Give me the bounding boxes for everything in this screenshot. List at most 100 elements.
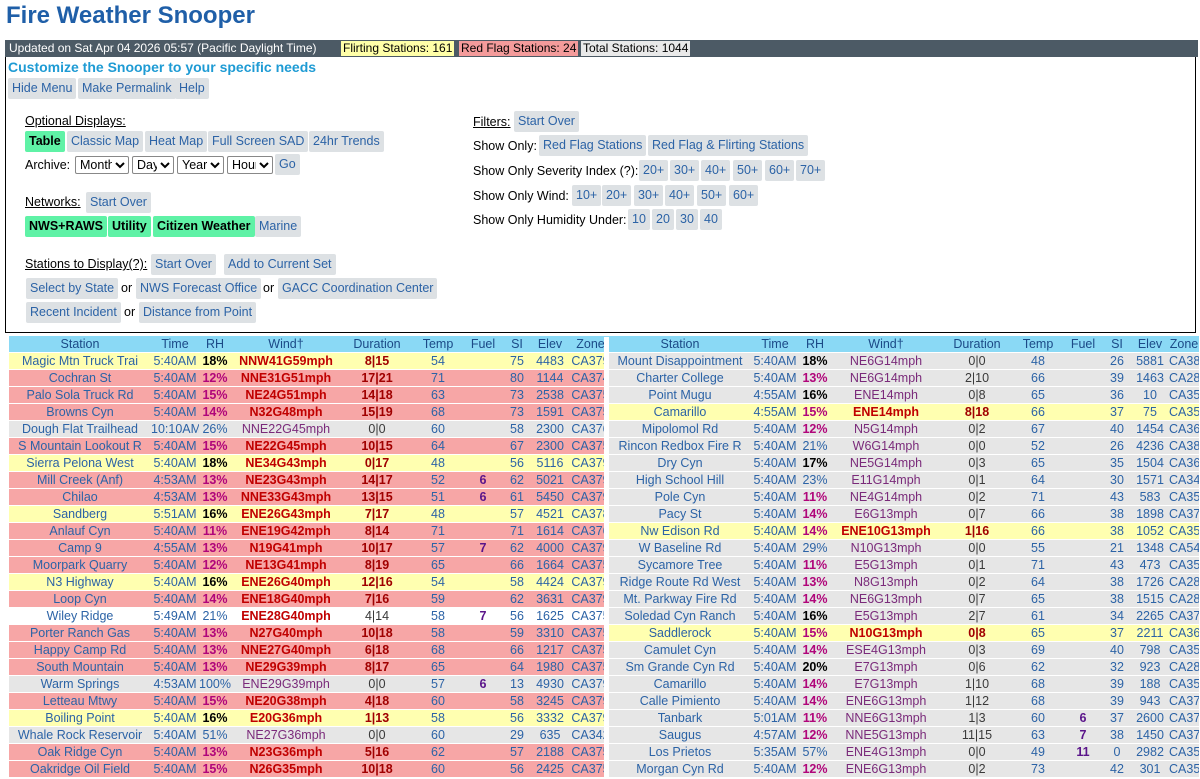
column-header[interactable]: Station xyxy=(9,336,151,353)
column-header[interactable]: RH xyxy=(799,336,831,353)
zone-cell[interactable]: CA355 xyxy=(1169,403,1199,421)
zone-cell[interactable]: CA369 xyxy=(1169,454,1199,472)
filters-start-over-button[interactable]: Start Over xyxy=(514,111,579,132)
display-full-screen-sad-button[interactable]: Full Screen SAD xyxy=(208,131,309,152)
display-table-button[interactable]: Table xyxy=(25,131,65,152)
help-button[interactable]: Help xyxy=(175,78,209,99)
station-name[interactable]: High School Hill xyxy=(609,471,751,489)
zone-cell[interactable]: CA358 xyxy=(1169,641,1199,659)
wind-50-button[interactable]: 50+ xyxy=(697,185,727,206)
station-name[interactable]: Los Prietos xyxy=(609,743,751,761)
station-name[interactable]: Happy Camp Rd xyxy=(9,641,151,659)
station-name[interactable]: Sycamore Tree xyxy=(609,556,751,574)
severity-70-button[interactable]: 70+ xyxy=(796,160,826,181)
humidity-20-button[interactable]: 20 xyxy=(652,209,674,230)
station-name[interactable]: Boiling Point xyxy=(9,709,151,727)
station-name[interactable]: S Mountain Lookout R xyxy=(9,437,151,455)
severity-60-button[interactable]: 60+ xyxy=(765,160,795,181)
network-citizen-weather-button[interactable]: Citizen Weather xyxy=(153,216,255,237)
column-header[interactable]: Duration xyxy=(941,336,1013,353)
zone-cell[interactable]: CA548 xyxy=(1169,539,1199,557)
station-name[interactable]: Sm Grande Cyn Rd xyxy=(609,658,751,676)
column-header[interactable]: Temp xyxy=(1013,336,1063,353)
column-header[interactable]: Elev xyxy=(531,336,569,353)
station-name[interactable]: Palo Sola Truck Rd xyxy=(9,386,151,404)
network-nws-raws-button[interactable]: NWS+RAWS xyxy=(25,216,107,237)
column-header[interactable]: Zone xyxy=(1169,336,1199,353)
zone-cell[interactable]: CA379 xyxy=(1169,505,1199,523)
station-name[interactable]: Oakridge Oil Field xyxy=(9,760,151,778)
column-header[interactable]: Time xyxy=(751,336,799,353)
make-permalink-button[interactable]: Make Permalink xyxy=(78,78,176,99)
station-name[interactable]: Camulet Cyn xyxy=(609,641,751,659)
stations-start-over-button[interactable]: Start Over xyxy=(151,254,216,275)
archive-hour-select[interactable]: Hour xyxy=(227,156,273,174)
station-name[interactable]: Wiley Ridge xyxy=(9,607,151,625)
wind-10-button[interactable]: 10+ xyxy=(572,185,602,206)
gacc-coordination-center-button[interactable]: GACC Coordination Center xyxy=(278,278,438,299)
severity-50-button[interactable]: 50+ xyxy=(733,160,763,181)
station-name[interactable]: Mt. Parkway Fire Rd xyxy=(609,590,751,608)
column-header[interactable]: Fuel xyxy=(1063,336,1103,353)
station-name[interactable]: Calle Pimiento xyxy=(609,692,751,710)
station-name[interactable]: Rincon Redbox Fire R xyxy=(609,437,751,455)
column-header[interactable]: SI xyxy=(1103,336,1131,353)
station-name[interactable]: Point Mugu xyxy=(609,386,751,404)
station-name[interactable]: Morgan Cyn Rd xyxy=(609,760,751,778)
zone-cell[interactable]: CA379 xyxy=(1169,726,1199,744)
station-name[interactable]: Oak Ridge Cyn xyxy=(9,743,151,761)
red-flag-flirting-button[interactable]: Red Flag & Flirting Stations xyxy=(648,135,809,156)
archive-month-select[interactable]: Month xyxy=(75,156,129,174)
station-name[interactable]: Pole Cyn xyxy=(609,488,751,506)
station-name[interactable]: Anlauf Cyn xyxy=(9,522,151,540)
display-classic-map-button[interactable]: Classic Map xyxy=(67,131,144,152)
humidity-40-button[interactable]: 40 xyxy=(700,209,722,230)
select-by-state-button[interactable]: Select by State xyxy=(26,278,119,299)
display-heat-map-button[interactable]: Heat Map xyxy=(145,131,208,152)
severity-30-button[interactable]: 30+ xyxy=(670,160,700,181)
column-header[interactable]: Time xyxy=(151,336,199,353)
networks-start-over-button[interactable]: Start Over xyxy=(86,192,151,213)
column-header[interactable]: Wind† xyxy=(231,336,341,353)
archive-day-select[interactable]: Day xyxy=(132,156,174,174)
column-header[interactable]: Elev xyxy=(1131,336,1169,353)
archive-year-select[interactable]: Year xyxy=(177,156,224,174)
station-name[interactable]: Camp 9 xyxy=(9,539,151,557)
zone-cell[interactable]: CA353 xyxy=(1169,743,1199,761)
zone-cell[interactable]: CA342 xyxy=(1169,471,1199,489)
column-header[interactable]: SI xyxy=(503,336,531,353)
station-name[interactable]: Mill Creek (Anf) xyxy=(9,471,151,489)
station-name[interactable]: South Mountain xyxy=(9,658,151,676)
station-name[interactable]: Sandberg xyxy=(9,505,151,523)
zone-cell[interactable]: CA369 xyxy=(1169,624,1199,642)
humidity-10-button[interactable]: 10 xyxy=(628,209,650,230)
wind-30-button[interactable]: 30+ xyxy=(634,185,664,206)
station-name[interactable]: Chilao xyxy=(9,488,151,506)
station-name[interactable]: Browns Cyn xyxy=(9,403,151,421)
station-name[interactable]: Ridge Route Rd West xyxy=(609,573,751,591)
zone-cell[interactable]: CA355 xyxy=(1169,522,1199,540)
zone-cell[interactable]: CA379 xyxy=(1169,709,1199,727)
zone-cell[interactable]: CA358 xyxy=(1169,760,1199,778)
station-name[interactable]: Camarillo xyxy=(609,403,751,421)
station-name[interactable]: Tanbark xyxy=(609,709,751,727)
station-name[interactable]: Letteau Mtwy xyxy=(9,692,151,710)
wind-60-button[interactable]: 60+ xyxy=(729,185,759,206)
recent-incident-button[interactable]: Recent Incident xyxy=(26,302,121,323)
hide-menu-button[interactable]: Hide Menu xyxy=(8,78,77,99)
zone-cell[interactable]: CA354 xyxy=(1169,386,1199,404)
zone-cell[interactable]: CA358 xyxy=(1169,488,1199,506)
zone-cell[interactable]: CA288 xyxy=(1169,369,1199,387)
station-name[interactable]: Dry Cyn xyxy=(609,454,751,472)
station-name[interactable]: Cochran St xyxy=(9,369,151,387)
zone-cell[interactable]: CA288 xyxy=(1169,573,1199,591)
station-name[interactable]: W Baseline Rd xyxy=(609,539,751,557)
station-name[interactable]: N3 Highway xyxy=(9,573,151,591)
station-name[interactable]: Moorpark Quarry xyxy=(9,556,151,574)
zone-cell[interactable]: CA288 xyxy=(1169,590,1199,608)
wind-40-button[interactable]: 40+ xyxy=(665,185,695,206)
station-name[interactable]: Sierra Pelona West xyxy=(9,454,151,472)
zone-cell[interactable]: CA358 xyxy=(1169,556,1199,574)
wind-20-button[interactable]: 20+ xyxy=(602,185,632,206)
zone-cell[interactable]: CA379 xyxy=(1169,607,1199,625)
